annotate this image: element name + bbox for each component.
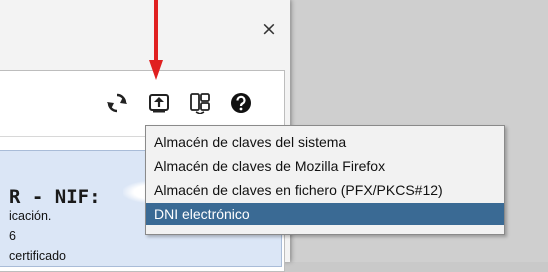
certificate-line-3: certificado	[9, 249, 66, 263]
import-certificate-icon[interactable]	[148, 92, 170, 114]
arrow-annotation-icon	[149, 0, 163, 80]
menu-item-system-keystore[interactable]: Almacén de claves del sistema	[146, 131, 504, 153]
certificate-line-2: 6	[9, 229, 16, 243]
close-button[interactable]: ×	[258, 18, 280, 40]
certificate-line-1: icación.	[9, 209, 52, 223]
help-icon[interactable]	[230, 92, 252, 114]
refresh-icon[interactable]	[106, 92, 128, 114]
certificate-store-icon[interactable]	[189, 92, 211, 114]
menu-item-firefox-keystore[interactable]: Almacén de claves de Mozilla Firefox	[146, 155, 504, 177]
import-menu: Almacén de claves del sistema Almacén de…	[145, 125, 505, 235]
menu-item-file-keystore[interactable]: Almacén de claves en fichero (PFX/PKCS#1…	[146, 179, 504, 201]
certificate-title: R - NIF:	[9, 186, 101, 208]
menu-item-dni-electronico[interactable]: DNI electrónico	[146, 203, 504, 225]
